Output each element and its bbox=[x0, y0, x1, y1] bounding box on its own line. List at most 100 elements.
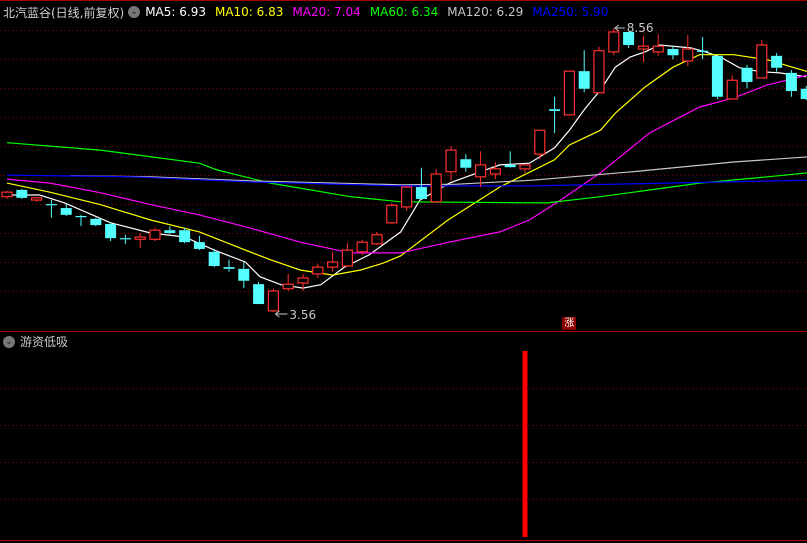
candle bbox=[327, 251, 339, 272]
candle bbox=[297, 273, 309, 291]
candle bbox=[593, 46, 605, 94]
candle bbox=[149, 227, 161, 241]
candle-body bbox=[90, 218, 102, 226]
candle bbox=[119, 234, 131, 244]
candle bbox=[667, 46, 679, 60]
candle bbox=[75, 214, 87, 227]
high-price-label: 8.56 bbox=[627, 21, 654, 35]
candle bbox=[726, 75, 738, 100]
candle-body bbox=[401, 186, 413, 208]
low-price-label: 3.56 bbox=[289, 308, 316, 322]
candle-body bbox=[371, 234, 383, 245]
candle bbox=[267, 288, 279, 312]
candle-body bbox=[45, 204, 57, 206]
candle bbox=[475, 151, 487, 188]
indicator-bars bbox=[522, 351, 528, 537]
candle bbox=[341, 243, 353, 268]
candle bbox=[711, 55, 723, 99]
candle-body bbox=[1, 191, 13, 198]
candle-body bbox=[31, 197, 43, 201]
candle bbox=[578, 50, 590, 93]
candle bbox=[504, 151, 516, 168]
indicator-header: ⌄ 游资低吸 bbox=[3, 333, 68, 350]
candle bbox=[386, 202, 398, 224]
candle-body bbox=[667, 49, 679, 56]
candle-body bbox=[134, 236, 146, 240]
candle-body bbox=[608, 31, 620, 53]
candle-body bbox=[149, 229, 161, 240]
moving-average-lines bbox=[6, 44, 807, 289]
candle bbox=[164, 226, 176, 235]
candle-body bbox=[563, 70, 576, 116]
candle-body bbox=[504, 164, 516, 168]
candle-body bbox=[208, 251, 220, 266]
candle bbox=[282, 273, 294, 291]
candle bbox=[1, 191, 13, 199]
candle-body bbox=[697, 50, 709, 52]
candle bbox=[682, 34, 694, 67]
candle-body bbox=[60, 208, 72, 215]
candle-body bbox=[785, 72, 797, 92]
candle-body bbox=[193, 242, 205, 249]
candle-body bbox=[415, 187, 427, 199]
candle-body bbox=[179, 230, 191, 243]
candle bbox=[563, 70, 576, 116]
candle bbox=[90, 217, 102, 227]
candle bbox=[445, 146, 457, 181]
candle-body bbox=[238, 268, 250, 281]
candle-body bbox=[726, 79, 738, 100]
candle bbox=[31, 197, 43, 202]
candle-body bbox=[164, 230, 176, 234]
candle bbox=[637, 35, 650, 63]
candle-body bbox=[682, 48, 694, 62]
candle bbox=[193, 235, 205, 251]
candle-body bbox=[489, 168, 501, 175]
candle-body bbox=[519, 164, 531, 170]
candle-body bbox=[327, 261, 339, 268]
candle-body bbox=[593, 50, 605, 94]
candle bbox=[430, 168, 442, 203]
chevron-down-circle-icon[interactable]: ⌄ bbox=[3, 335, 15, 348]
candle-body bbox=[652, 45, 664, 53]
candle bbox=[415, 167, 427, 201]
candle bbox=[771, 52, 783, 72]
candle-body bbox=[711, 55, 723, 97]
candle-body bbox=[386, 204, 398, 224]
candle-body bbox=[16, 189, 28, 198]
candle-body bbox=[578, 71, 590, 89]
candle bbox=[756, 39, 768, 79]
candle bbox=[697, 37, 709, 60]
candle-body bbox=[771, 55, 783, 68]
candle bbox=[253, 281, 265, 305]
candle-body bbox=[253, 284, 265, 305]
candle-body bbox=[534, 129, 546, 155]
candle bbox=[519, 164, 531, 173]
candles bbox=[1, 28, 807, 312]
candle-body bbox=[445, 149, 457, 173]
low-arrow-icon bbox=[275, 310, 288, 318]
candle bbox=[401, 185, 413, 211]
grid-lines bbox=[0, 30, 807, 541]
candle bbox=[460, 154, 472, 172]
candle bbox=[179, 227, 191, 244]
candle-body bbox=[282, 283, 294, 290]
candle-body bbox=[637, 45, 650, 50]
candlestick-chart[interactable]: 3.56 8.56 bbox=[0, 0, 807, 543]
candle bbox=[549, 96, 561, 134]
candle-body bbox=[223, 267, 235, 269]
candle-body bbox=[460, 159, 472, 168]
candle-body bbox=[356, 241, 368, 253]
candle bbox=[105, 222, 117, 241]
candle bbox=[134, 233, 146, 248]
candle bbox=[741, 64, 753, 89]
candle-body bbox=[800, 88, 807, 99]
candle bbox=[312, 263, 324, 278]
candle bbox=[800, 85, 807, 101]
candle-body bbox=[267, 290, 279, 312]
candle bbox=[16, 188, 28, 199]
ma10-line bbox=[6, 54, 807, 276]
candle-body bbox=[741, 67, 753, 82]
candle bbox=[45, 200, 57, 218]
candle-body bbox=[475, 164, 487, 178]
candle-body bbox=[549, 109, 561, 111]
